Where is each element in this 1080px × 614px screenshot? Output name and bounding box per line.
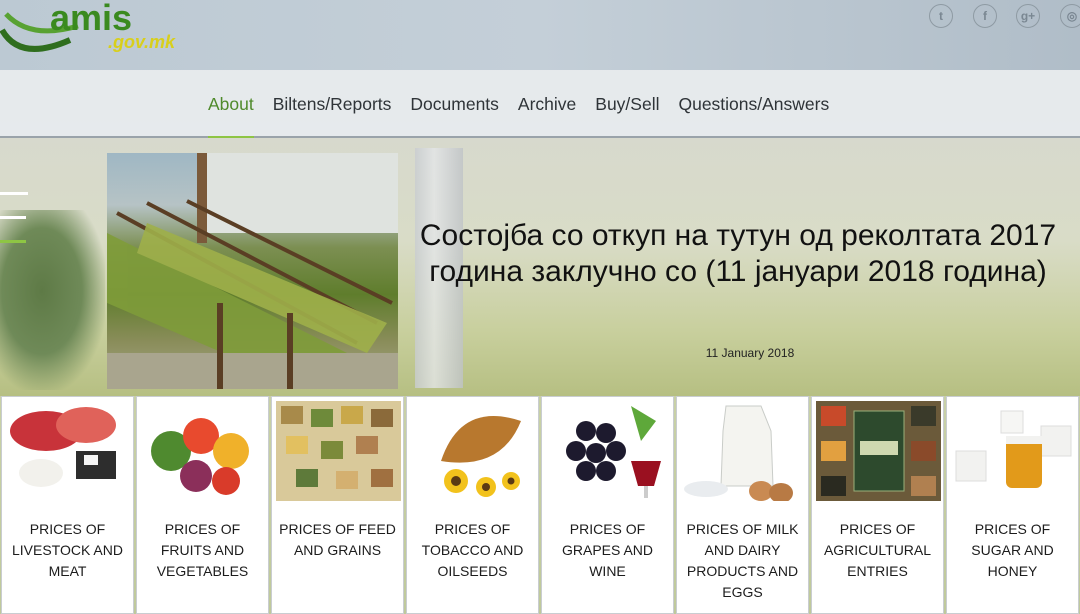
card-label: PRICES OF MILK AND DAIRY PRODUCTS AND EG… <box>686 521 799 600</box>
slider-nav-line[interactable] <box>0 192 28 195</box>
card-label: PRICES OF FRUITS AND VEGETABLES <box>156 521 249 579</box>
card-feed-grains[interactable]: PRICES OF FEED AND GRAINS <box>271 396 404 614</box>
hero-date: 11 January 2018 <box>705 346 795 360</box>
slider-nav-line[interactable] <box>0 216 26 219</box>
card-grapes-wine[interactable]: PRICES OF GRAPES AND WINE <box>541 396 674 614</box>
tree-background <box>0 210 105 390</box>
card-label: PRICES OF TOBACCO AND OILSEEDS <box>421 521 524 579</box>
card-label: PRICES OF LIVESTOCK AND MEAT <box>11 521 123 579</box>
card-label: PRICES OF GRAPES AND WINE <box>561 521 654 579</box>
agricultural-entries-image <box>816 401 941 501</box>
twitter-icon[interactable]: t <box>929 4 953 28</box>
grapes-wine-image <box>566 406 661 498</box>
card-livestock-meat[interactable]: PRICES OF LIVESTOCK AND MEAT <box>1 396 134 614</box>
facebook-icon[interactable]: f <box>973 4 997 28</box>
card-label: PRICES OF SUGAR AND HONEY <box>971 521 1054 579</box>
card-milk-dairy-eggs[interactable]: PRICES OF MILK AND DAIRY PRODUCTS AND EG… <box>676 396 809 614</box>
card-sugar-honey[interactable]: PRICES OF SUGAR AND HONEY <box>946 396 1079 614</box>
amis-logo[interactable]: amis .gov.mk <box>0 0 200 68</box>
card-label: PRICES OF FEED AND GRAINS <box>279 521 396 558</box>
slider-nav-line-active[interactable] <box>0 240 26 243</box>
sugar-honey-image <box>955 410 1072 488</box>
tobacco-oilseeds-image <box>441 416 521 497</box>
nav-biltens-reports[interactable]: Biltens/Reports <box>273 94 392 115</box>
feed-grains-image <box>276 401 401 501</box>
dribbble-icon[interactable]: ◎ <box>1060 4 1080 28</box>
logo-domain: .gov.mk <box>108 32 176 52</box>
nav-questions-answers[interactable]: Questions/Answers <box>678 94 829 115</box>
nav-about[interactable]: About <box>208 94 254 139</box>
nav-buy-sell[interactable]: Buy/Sell <box>595 94 659 115</box>
card-fruits-vegetables[interactable]: PRICES OF FRUITS AND VEGETABLES <box>136 396 269 614</box>
card-label: PRICES OF AGRICULTURAL ENTRIES <box>823 521 932 579</box>
milk-dairy-eggs-image <box>684 405 793 501</box>
hero-image-tobacco-drying[interactable] <box>107 153 398 389</box>
google-plus-icon[interactable]: g+ <box>1016 4 1040 28</box>
nav-archive[interactable]: Archive <box>518 94 576 115</box>
nav-documents[interactable]: Documents <box>410 94 499 115</box>
main-navigation: About Biltens/Reports Documents Archive … <box>0 70 1080 139</box>
card-tobacco-oilseeds[interactable]: PRICES OF TOBACCO AND OILSEEDS <box>406 396 539 614</box>
card-agricultural-entries[interactable]: PRICES OF AGRICULTURAL ENTRIES <box>811 396 944 614</box>
hero-headline[interactable]: Состојба со откуп на тутун од реколтата … <box>418 218 1058 290</box>
fruits-vegetables-image <box>151 418 249 495</box>
livestock-meat-image <box>10 407 116 487</box>
price-categories: PRICES OF LIVESTOCK AND MEAT PRICES OF F… <box>0 396 1080 614</box>
top-bar: amis .gov.mk t f g+ ◎ <box>0 0 1080 70</box>
